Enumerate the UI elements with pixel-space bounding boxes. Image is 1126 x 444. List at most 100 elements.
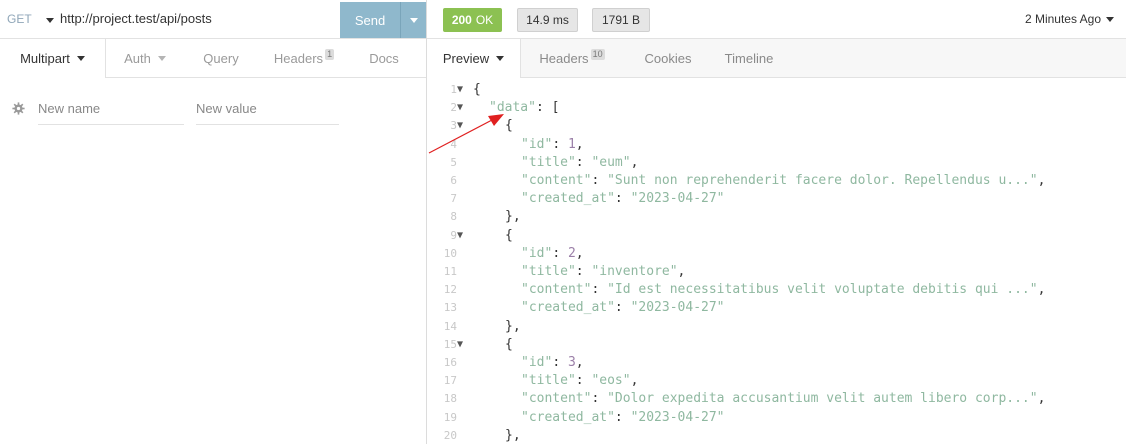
- url-bar: GET http://project.test/api/posts Send: [0, 0, 426, 39]
- tab-headers[interactable]: Headers 1: [258, 39, 350, 78]
- code-text: {: [505, 336, 513, 352]
- json-preview[interactable]: 1 ▼{2 ▼ "data": [3 ▼{4 "id": 1, 5 "title": "eum…: [427, 81, 1126, 444]
- code-line: 17 "title": "eos",: [427, 372, 1126, 390]
- line-number: 6: [450, 174, 457, 187]
- code-text: "created_at": "2023-04-27": [521, 300, 725, 316]
- tab-preview[interactable]: Preview: [427, 39, 520, 78]
- request-pane: GET http://project.test/api/posts Send M…: [0, 0, 426, 444]
- code-line: 13 "created_at": "2023-04-27": [427, 299, 1126, 317]
- code-line: 10 "id": 2,: [427, 245, 1126, 263]
- history-label: 2 Minutes Ago: [1024, 12, 1101, 26]
- tab-label: Preview: [442, 51, 490, 66]
- code-line: 4 "id": 1,: [427, 136, 1126, 154]
- history-dropdown[interactable]: 2 Minutes Ago: [1025, 12, 1114, 26]
- chevron-down-icon: [496, 56, 505, 61]
- code-text: "id": 1,: [521, 136, 584, 152]
- line-number: 8: [450, 210, 457, 224]
- code-line: 20},: [427, 427, 1126, 444]
- line-number: 13: [443, 301, 457, 315]
- tab-multipart[interactable]: Multipart: [0, 39, 105, 78]
- code-text: },: [505, 318, 521, 334]
- code-text: "title": "eos",: [521, 373, 639, 389]
- tab-label: Timeline: [724, 51, 774, 66]
- code-line: 16 "id": 3,: [427, 354, 1126, 372]
- chevron-down-icon[interactable]: [46, 18, 54, 23]
- tab-auth[interactable]: Auth: [106, 39, 184, 78]
- code-text: "created_at": "2023-04-27": [521, 191, 725, 207]
- line-number: 18: [443, 392, 457, 406]
- fold-triangle-icon[interactable]: ▼: [457, 99, 467, 117]
- line-number: 19: [443, 410, 457, 424]
- line-number: 20: [443, 428, 457, 442]
- fold-triangle-icon[interactable]: ▼: [457, 227, 467, 245]
- response-size-badge: 1791 B: [592, 8, 650, 32]
- chevron-down-icon: [1106, 16, 1114, 22]
- code-text: "title": "eum",: [521, 154, 639, 170]
- chevron-down-icon: [76, 56, 85, 61]
- code-text: "id": 2,: [521, 245, 584, 261]
- status-text: OK: [475, 13, 494, 27]
- request-tabs: Multipart Auth Query Headers 1 Docs: [0, 39, 426, 78]
- tab-label: Cookies: [644, 51, 692, 66]
- code-line: 3 ▼ {: [427, 117, 1126, 135]
- code-line: 7 "created_at": "2023-04-27": [427, 190, 1126, 208]
- send-options-button[interactable]: [400, 2, 426, 38]
- chevron-down-icon: [409, 17, 418, 23]
- code-text: },: [505, 427, 521, 443]
- param-value-field[interactable]: New value: [196, 92, 339, 125]
- response-status-bar: 200 OK 14.9 ms 1791 B 2 Minutes Ago: [427, 0, 1126, 39]
- url-input[interactable]: http://project.test/api/posts: [60, 11, 212, 26]
- response-tabs: Preview Headers 10 Cookies Timeline: [427, 39, 1126, 78]
- count-badge: 1: [325, 49, 335, 60]
- tab-label: Query: [203, 51, 239, 66]
- tab-label: Auth: [124, 51, 151, 66]
- tab-label: Docs: [369, 51, 399, 66]
- response-time-badge: 14.9 ms: [517, 8, 578, 32]
- tab-cookies[interactable]: Cookies: [623, 39, 713, 78]
- code-line: 9 ▼ {: [427, 227, 1126, 245]
- method-select[interactable]: GET: [7, 12, 32, 26]
- line-number: 4: [450, 137, 457, 151]
- tab-query[interactable]: Query: [184, 39, 258, 78]
- code-line: 19 "created_at": "2023-04-27": [427, 409, 1126, 427]
- code-text: "content": "Id est necessitatibus velit …: [521, 282, 1046, 298]
- gear-icon[interactable]: [12, 102, 25, 115]
- tab-docs[interactable]: Docs: [350, 39, 418, 78]
- tab-label: Multipart: [20, 51, 70, 66]
- line-number: 15: [443, 337, 457, 351]
- code-line: 2 ▼ "data": [: [427, 99, 1126, 117]
- fold-triangle-icon[interactable]: ▼: [457, 336, 467, 354]
- line-number: 2: [450, 101, 457, 115]
- param-row: New name New value: [0, 92, 426, 126]
- code-line: 12 "content": "Id est necessitatibus veli…: [427, 281, 1126, 299]
- fold-triangle-icon[interactable]: ▼: [457, 81, 467, 99]
- code-text: "id": 3,: [521, 355, 584, 370]
- chevron-down-icon: [157, 56, 166, 61]
- line-number: 14: [443, 319, 457, 333]
- line-number: 11: [443, 265, 457, 278]
- line-number: 7: [450, 192, 457, 206]
- count-badge: 10: [590, 49, 605, 60]
- response-pane: 200 OK 14.9 ms 1791 B 2 Minutes Ago Prev…: [427, 0, 1126, 444]
- status-badge: 200 OK: [443, 8, 502, 32]
- code-line: 14},: [427, 318, 1126, 336]
- status-code: 200: [451, 13, 472, 27]
- code-text: {: [473, 82, 481, 97]
- code-line: 15 ▼ {: [427, 336, 1126, 354]
- code-text: "title": "inventore",: [521, 264, 686, 279]
- line-number: 12: [443, 283, 457, 297]
- line-number: 16: [443, 356, 457, 369]
- code-line: 11 "title": "inventore",: [427, 263, 1126, 281]
- param-name-field[interactable]: New name: [38, 92, 184, 125]
- line-number: 5: [450, 155, 457, 169]
- fold-triangle-icon[interactable]: ▼: [457, 117, 467, 135]
- code-text: {: [505, 118, 513, 134]
- send-button[interactable]: Send: [340, 2, 400, 38]
- tab-response-headers[interactable]: Headers 10: [521, 39, 623, 78]
- code-text: },: [505, 209, 521, 225]
- code-text: "content": "Dolor expedita accusantium v…: [521, 391, 1046, 407]
- tab-timeline[interactable]: Timeline: [713, 39, 785, 78]
- code-line: 1 ▼ {: [427, 81, 1126, 99]
- tab-label: Headers: [539, 51, 589, 66]
- code-text: "created_at": "2023-04-27": [521, 409, 725, 425]
